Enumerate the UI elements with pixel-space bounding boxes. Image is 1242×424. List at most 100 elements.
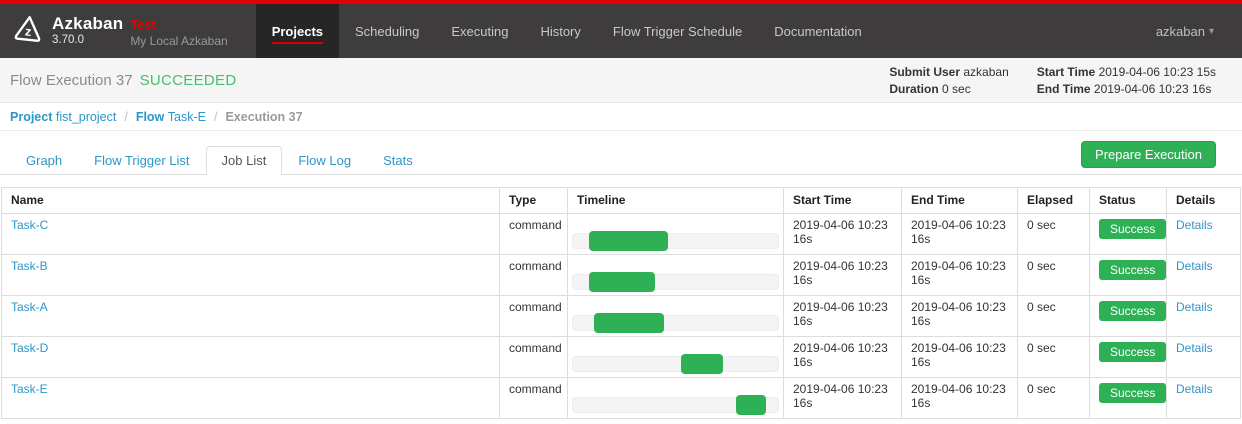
breadcrumb-separator: / [214, 110, 217, 124]
nav-item-projects[interactable]: Projects [256, 4, 339, 58]
tab-flow-trigger-list[interactable]: Flow Trigger List [78, 146, 205, 175]
job-start-time: 2019-04-06 10:23 16s [784, 337, 902, 378]
col-header-status: Status [1090, 188, 1167, 214]
job-details-link[interactable]: Details [1176, 300, 1213, 314]
job-details-link[interactable]: Details [1176, 341, 1213, 355]
navbar: z Azkaban 3.70.0 Test My Local Azkaban P… [0, 4, 1242, 58]
job-name-link[interactable]: Task-E [11, 382, 48, 396]
job-type: command [500, 337, 568, 378]
user-menu[interactable]: azkaban ▾ [1156, 4, 1242, 58]
timeline-bar[interactable] [589, 231, 669, 251]
job-elapsed: 0 sec [1018, 255, 1090, 296]
user-name: azkaban [1156, 24, 1205, 39]
job-type: command [500, 296, 568, 337]
meta-end-time: End Time 2019-04-06 10:23 16s [1037, 82, 1216, 96]
job-end-time: 2019-04-06 10:23 16s [902, 337, 1018, 378]
job-end-time: 2019-04-06 10:23 16s [902, 378, 1018, 419]
job-name-link[interactable]: Task-B [11, 259, 48, 273]
brand-environment: Test [130, 16, 227, 34]
job-start-time: 2019-04-06 10:23 16s [784, 378, 902, 419]
meta-submit-user: Submit User azkaban [889, 65, 1008, 79]
job-type: command [500, 214, 568, 255]
job-details-link[interactable]: Details [1176, 218, 1213, 232]
nav-item-executing[interactable]: Executing [435, 4, 524, 58]
azkaban-logo-icon: z [14, 14, 43, 48]
meta-start-time: Start Time 2019-04-06 10:23 15s [1037, 65, 1216, 79]
table-row: Task-B command 2019-04-06 10:23 16s 2019… [2, 255, 1241, 296]
timeline-bar[interactable] [589, 272, 655, 292]
job-start-time: 2019-04-06 10:23 16s [784, 214, 902, 255]
brand-name: Azkaban [52, 15, 123, 33]
job-type: command [500, 378, 568, 419]
nav-item-documentation[interactable]: Documentation [758, 4, 877, 58]
timeline-track [572, 397, 779, 413]
col-header-elapsed: Elapsed [1018, 188, 1090, 214]
job-elapsed: 0 sec [1018, 214, 1090, 255]
breadcrumb-current: Execution 37 [225, 110, 302, 124]
col-header-timeline: Timeline [568, 188, 784, 214]
job-name-link[interactable]: Task-C [11, 218, 48, 232]
job-list-panel: Name Type Timeline Start Time End Time E… [0, 175, 1242, 419]
brand[interactable]: z Azkaban 3.70.0 Test My Local Azkaban [0, 4, 244, 58]
timeline-track [572, 356, 779, 372]
table-header-row: Name Type Timeline Start Time End Time E… [2, 188, 1241, 214]
status-badge: Success [1099, 260, 1166, 280]
svg-text:z: z [24, 24, 32, 39]
col-header-end-time: End Time [902, 188, 1018, 214]
main-nav: Projects Scheduling Executing History Fl… [256, 4, 878, 58]
job-end-time: 2019-04-06 10:23 16s [902, 214, 1018, 255]
nav-item-scheduling[interactable]: Scheduling [339, 4, 435, 58]
job-name-link[interactable]: Task-D [11, 341, 48, 355]
job-details-link[interactable]: Details [1176, 382, 1213, 396]
meta-duration: Duration 0 sec [889, 82, 1008, 96]
status-badge: Success [1099, 301, 1166, 321]
table-row: Task-C command 2019-04-06 10:23 16s 2019… [2, 214, 1241, 255]
job-start-time: 2019-04-06 10:23 16s [784, 296, 902, 337]
timeline-bar[interactable] [681, 354, 723, 374]
job-name-link[interactable]: Task-A [11, 300, 48, 314]
job-type: command [500, 255, 568, 296]
job-elapsed: 0 sec [1018, 378, 1090, 419]
breadcrumb: Project fist_project / Flow Task-E / Exe… [0, 103, 1242, 131]
flow-status-text: SUCCEEDED [140, 72, 237, 89]
table-row: Task-D command 2019-04-06 10:23 16s 2019… [2, 337, 1241, 378]
table-row: Task-E command 2019-04-06 10:23 16s 2019… [2, 378, 1241, 419]
tabs-bar: Graph Flow Trigger List Job List Flow Lo… [0, 144, 1242, 175]
status-badge: Success [1099, 342, 1166, 362]
job-details-link[interactable]: Details [1176, 259, 1213, 273]
breadcrumb-flow-link[interactable]: Flow Task-E [136, 110, 206, 124]
caret-down-icon: ▾ [1209, 26, 1214, 37]
flow-header: Flow Execution 37 SUCCEEDED Submit User … [0, 58, 1242, 103]
flow-meta: Submit User azkaban Duration 0 sec Start… [889, 65, 1216, 96]
prepare-execution-button[interactable]: Prepare Execution [1081, 141, 1216, 168]
job-end-time: 2019-04-06 10:23 16s [902, 296, 1018, 337]
job-elapsed: 0 sec [1018, 296, 1090, 337]
job-elapsed: 0 sec [1018, 337, 1090, 378]
tab-job-list[interactable]: Job List [206, 146, 283, 175]
col-header-name: Name [2, 188, 500, 214]
job-start-time: 2019-04-06 10:23 16s [784, 255, 902, 296]
col-header-type: Type [500, 188, 568, 214]
timeline-track [572, 274, 779, 290]
brand-subtitle: My Local Azkaban [130, 34, 227, 48]
col-header-start-time: Start Time [784, 188, 902, 214]
table-row: Task-A command 2019-04-06 10:23 16s 2019… [2, 296, 1241, 337]
status-badge: Success [1099, 219, 1166, 239]
nav-item-history[interactable]: History [524, 4, 596, 58]
col-header-details: Details [1167, 188, 1241, 214]
breadcrumb-project-link[interactable]: Project fist_project [10, 110, 116, 124]
job-end-time: 2019-04-06 10:23 16s [902, 255, 1018, 296]
brand-version: 3.70.0 [52, 33, 123, 47]
timeline-bar[interactable] [736, 395, 766, 415]
timeline-track [572, 233, 779, 249]
nav-item-flow-trigger-schedule[interactable]: Flow Trigger Schedule [597, 4, 758, 58]
timeline-track [572, 315, 779, 331]
status-badge: Success [1099, 383, 1166, 403]
tab-graph[interactable]: Graph [10, 146, 78, 175]
timeline-bar[interactable] [594, 313, 664, 333]
job-table: Name Type Timeline Start Time End Time E… [1, 187, 1241, 419]
page-title: Flow Execution 37 [10, 72, 133, 89]
tab-flow-log[interactable]: Flow Log [282, 146, 367, 175]
tab-stats[interactable]: Stats [367, 146, 429, 175]
breadcrumb-separator: / [124, 110, 127, 124]
